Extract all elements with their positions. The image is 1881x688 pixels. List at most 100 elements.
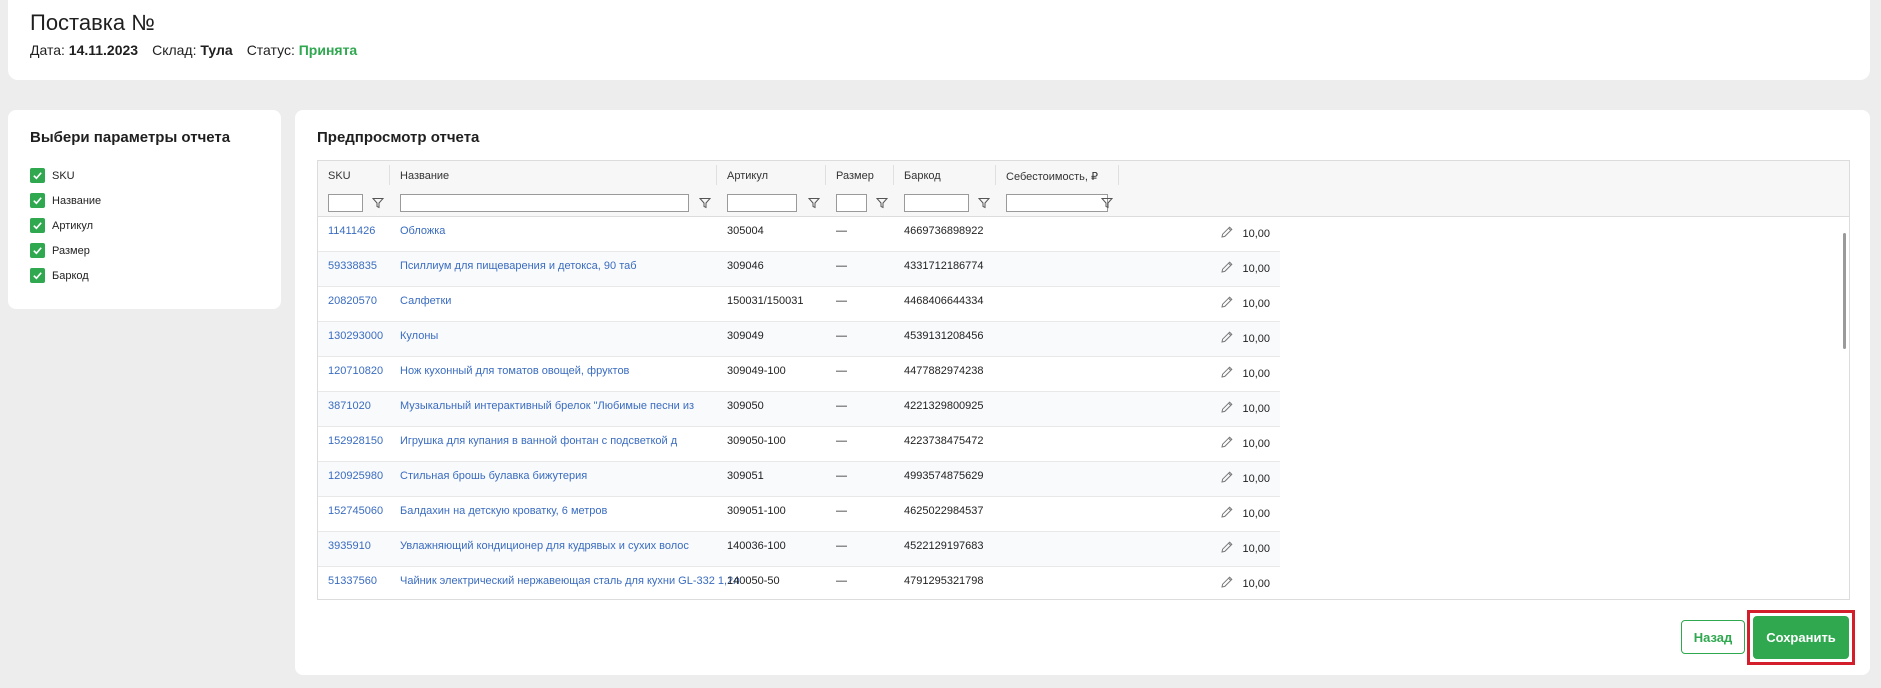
pencil-icon[interactable]	[1220, 540, 1234, 557]
table-row[interactable]: 3871020 Музыкальный интерактивный брелок …	[318, 392, 1280, 427]
cell-sku[interactable]: 59338835	[328, 260, 377, 272]
column-header[interactable]: SKU	[318, 161, 390, 217]
table-row[interactable]: 20820570 Салфетки 150031/150031 — 4468406644…	[318, 287, 1280, 322]
cell-sku[interactable]: 20820570	[328, 295, 377, 307]
cost-value: 10,00	[1242, 297, 1270, 310]
filter-icon[interactable]	[807, 196, 821, 209]
table-row[interactable]: 120925980 Стильная брошь булавка бижутери…	[318, 462, 1280, 497]
pencil-icon[interactable]	[1220, 575, 1234, 592]
pencil-icon[interactable]	[1220, 400, 1234, 417]
table-scrollbar[interactable]	[1843, 233, 1846, 349]
warehouse-value: Тула	[200, 42, 233, 58]
cell-sku[interactable]: 51337560	[328, 575, 377, 587]
column-filter-input[interactable]	[727, 194, 797, 212]
cell-cost: 10,00	[1220, 400, 1270, 417]
table-row[interactable]: 152928150 Игрушка для купания в ванной фо…	[318, 427, 1280, 462]
table-row[interactable]: 130293000 Кулоны 309049 — 4539131208456 10,00	[318, 322, 1280, 357]
cell-sku[interactable]: 11411426	[328, 225, 375, 237]
check-icon[interactable]	[30, 168, 45, 183]
column-header[interactable]: Себестоимость, ₽	[996, 161, 1119, 217]
date-info: Дата: 14.11.2023	[30, 42, 138, 58]
cell-sku[interactable]: 3935910	[328, 540, 371, 552]
filter-icon[interactable]	[875, 196, 889, 209]
cell-name[interactable]: Балдахин на детскую кроватку, 6 метров	[400, 505, 607, 517]
filter-icon[interactable]	[977, 196, 991, 209]
cell-barcode: 4522129197683	[904, 540, 984, 552]
cell-barcode: 4331712186774	[904, 260, 984, 272]
cell-barcode: 4791295321798	[904, 575, 984, 587]
cell-cost: 10,00	[1220, 575, 1270, 592]
cell-name[interactable]: Стильная брошь булавка бижутерия	[400, 470, 587, 482]
column-header[interactable]: Название	[390, 161, 717, 217]
table-row[interactable]: 3935910 Увлажняющий кондиционер для кудря…	[318, 532, 1280, 567]
cell-name[interactable]: Псиллиум для пищеварения и детокса, 90 т…	[400, 260, 637, 272]
params-title: Выбери параметры отчета	[30, 129, 231, 146]
pencil-icon[interactable]	[1220, 260, 1234, 277]
check-icon[interactable]	[30, 268, 45, 283]
param-checkbox-item[interactable]: Баркод	[30, 263, 101, 288]
cell-name[interactable]: Музыкальный интерактивный брелок "Любимы…	[400, 400, 694, 412]
param-checkbox-item[interactable]: Артикул	[30, 213, 101, 238]
save-button-highlight: Сохранить	[1747, 610, 1855, 665]
cell-sku[interactable]: 3871020	[328, 400, 371, 412]
pencil-icon[interactable]	[1220, 330, 1234, 347]
cell-name[interactable]: Увлажняющий кондиционер для кудрявых и с…	[400, 540, 689, 552]
cell-barcode: 4468406644334	[904, 295, 984, 307]
filter-icon[interactable]	[1100, 196, 1114, 209]
pencil-icon[interactable]	[1220, 225, 1234, 242]
cell-name[interactable]: Кулоны	[400, 330, 438, 342]
filter-icon[interactable]	[371, 196, 385, 209]
save-button[interactable]: Сохранить	[1753, 616, 1849, 659]
cell-sku[interactable]: 152928150	[328, 435, 383, 447]
cell-size: —	[836, 225, 847, 237]
table-row[interactable]: 59338835 Псиллиум для пищеварения и деток…	[318, 252, 1280, 287]
table-row[interactable]: 152745060 Балдахин на детскую кроватку, 6…	[318, 497, 1280, 532]
param-checkbox-item[interactable]: Название	[30, 188, 101, 213]
pencil-icon[interactable]	[1220, 505, 1234, 522]
param-checkbox-item[interactable]: Размер	[30, 238, 101, 263]
column-filter-input[interactable]	[328, 194, 363, 212]
date-value: 14.11.2023	[68, 42, 139, 58]
cell-cost: 10,00	[1220, 470, 1270, 487]
cell-sku[interactable]: 120710820	[328, 365, 383, 377]
column-filter-input[interactable]	[400, 194, 689, 212]
cell-name[interactable]: Игрушка для купания в ванной фонтан с по…	[400, 435, 677, 447]
check-icon[interactable]	[30, 218, 45, 233]
cost-value: 10,00	[1242, 577, 1270, 590]
cell-sku[interactable]: 130293000	[328, 330, 383, 342]
param-checkbox-item[interactable]: SKU	[30, 163, 101, 188]
table-row[interactable]: 11411426 Обложка 305004 — 4669736898922 10,00	[318, 217, 1280, 252]
pencil-icon[interactable]	[1220, 435, 1234, 452]
cell-name[interactable]: Салфетки	[400, 295, 451, 307]
status-label: Статус:	[246, 42, 295, 58]
param-label: SKU	[52, 169, 75, 182]
filter-icon[interactable]	[698, 196, 712, 209]
cost-value: 10,00	[1242, 227, 1270, 240]
check-icon[interactable]	[30, 193, 45, 208]
cell-article: 305004	[727, 225, 764, 237]
cell-cost: 10,00	[1220, 435, 1270, 452]
column-label: Размер	[836, 170, 874, 182]
table-row[interactable]: 120710820 Нож кухонный для томатов овощей…	[318, 357, 1280, 392]
warehouse-label: Склад:	[152, 42, 197, 58]
cell-sku[interactable]: 152745060	[328, 505, 383, 517]
column-header[interactable]: Артикул	[717, 161, 826, 217]
report-params-panel: Выбери параметры отчета SKU Название Артик…	[8, 110, 281, 309]
cell-name[interactable]: Нож кухонный для томатов овощей, фруктов	[400, 365, 629, 377]
cell-name[interactable]: Чайник электрический нержавеющая сталь д…	[400, 575, 740, 587]
pencil-icon[interactable]	[1220, 295, 1234, 312]
column-header[interactable]: Размер	[826, 161, 894, 217]
status-info: Статус: Принята	[247, 42, 358, 58]
pencil-icon[interactable]	[1220, 470, 1234, 487]
column-filter-input[interactable]	[836, 194, 867, 212]
cell-sku[interactable]: 120925980	[328, 470, 383, 482]
column-filter-input[interactable]	[1006, 194, 1108, 212]
column-filter-input[interactable]	[904, 194, 969, 212]
pencil-icon[interactable]	[1220, 365, 1234, 382]
column-header[interactable]: Баркод	[894, 161, 996, 217]
back-button[interactable]: Назад	[1681, 620, 1745, 654]
table-row[interactable]: 51337560 Чайник электрический нержавеющая…	[318, 567, 1280, 599]
cell-barcode: 4669736898922	[904, 225, 984, 237]
check-icon[interactable]	[30, 243, 45, 258]
cell-name[interactable]: Обложка	[400, 225, 445, 237]
